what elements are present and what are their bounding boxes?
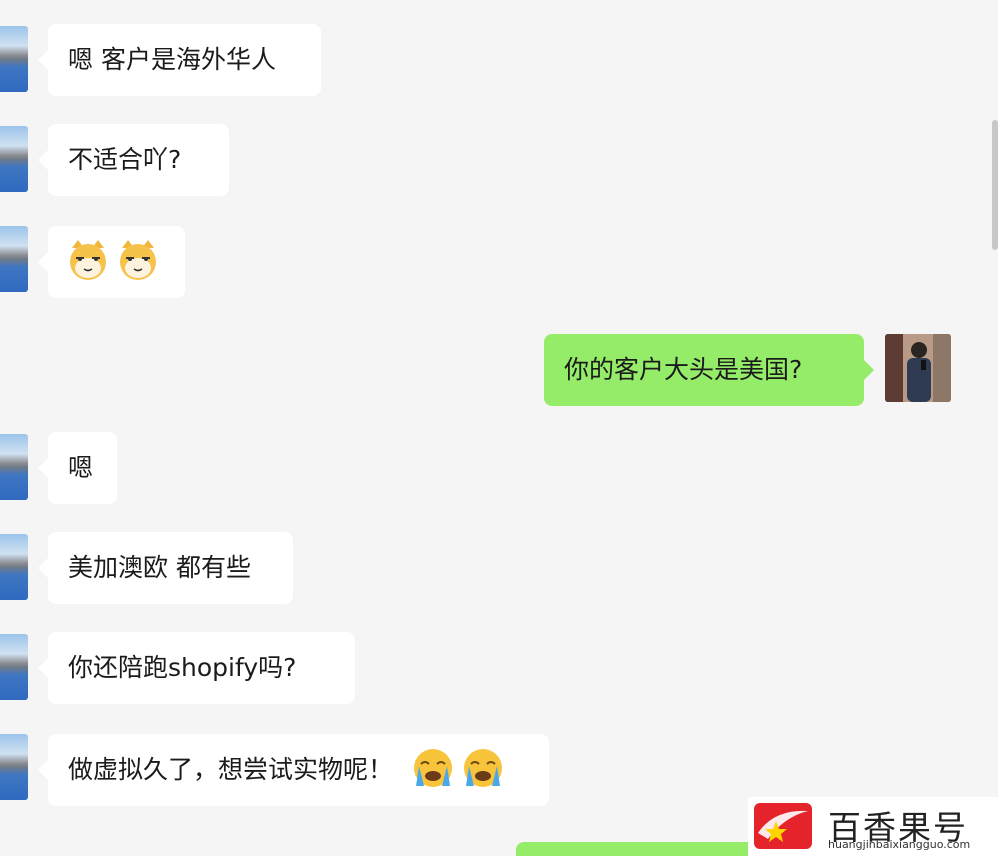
message-bubble[interactable]: 嗯 客户是海外华人	[38, 24, 321, 96]
message-bubble[interactable]: 你还陪跑shopify吗?	[38, 632, 355, 704]
message-text: 嗯	[68, 453, 94, 482]
message-bubble-partial[interactable]	[516, 842, 756, 856]
cat-face-icon	[120, 240, 156, 280]
cat-face-icon	[70, 240, 106, 280]
contact-avatar[interactable]	[0, 126, 28, 192]
message-text: 不适合吖?	[68, 145, 182, 174]
contact-avatar[interactable]	[0, 226, 28, 292]
contact-avatar[interactable]	[0, 434, 28, 500]
message-text: 美加澳欧 都有些	[68, 553, 251, 582]
message-bubble[interactable]: 美加澳欧 都有些	[38, 532, 293, 604]
star-logo-icon	[758, 810, 808, 842]
contact-avatar[interactable]	[0, 26, 28, 92]
message-bubble[interactable]	[38, 226, 185, 298]
message-bubble[interactable]: 嗯	[38, 432, 117, 504]
user-avatar[interactable]	[885, 334, 951, 402]
contact-avatar[interactable]	[0, 734, 28, 800]
contact-avatar[interactable]	[0, 534, 28, 600]
loudly-crying-face-icon	[413, 749, 452, 787]
contact-avatar[interactable]	[0, 634, 28, 700]
user-photo	[885, 334, 951, 402]
message-text: 嗯 客户是海外华人	[68, 45, 276, 74]
message-text: 做虚拟久了，想尝试实物呢！	[68, 755, 394, 784]
watermark-url: huangjinbaixiangguo.com	[828, 838, 971, 851]
message-bubble[interactable]: 不适合吖?	[38, 124, 229, 196]
message-bubble[interactable]: 做虚拟久了，想尝试实物呢！	[38, 734, 549, 806]
watermark: 百香果号 huangjinbaixiangguo.com	[748, 797, 998, 856]
message-bubble[interactable]: 你的客户大头是美国?	[544, 334, 874, 406]
message-text: 你还陪跑shopify吗?	[68, 653, 297, 682]
watermark-logo	[754, 803, 812, 849]
scrollbar[interactable]	[992, 120, 998, 250]
message-text: 你的客户大头是美国?	[564, 355, 803, 384]
loudly-crying-face-icon	[463, 749, 502, 787]
